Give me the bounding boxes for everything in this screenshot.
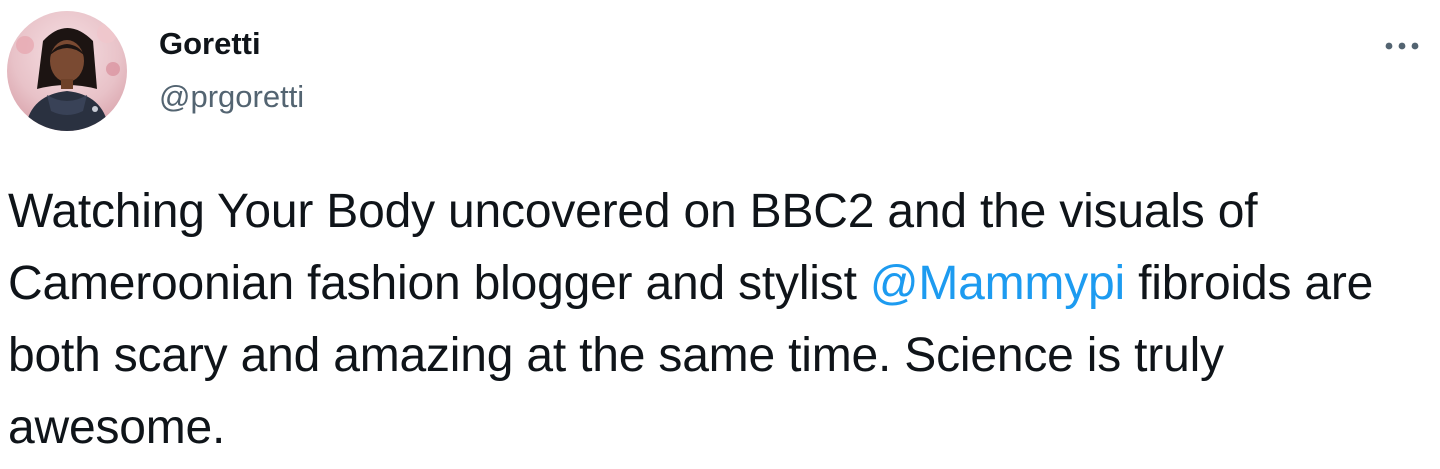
more-horizontal-icon (1385, 42, 1419, 50)
mention-link[interactable]: @Mammypi (870, 257, 1125, 310)
more-options-button[interactable] (1378, 28, 1426, 64)
user-handle[interactable]: @prgoretti (159, 77, 304, 117)
avatar[interactable] (7, 11, 127, 131)
display-name[interactable]: Goretti (159, 24, 304, 64)
author-info: Goretti @prgoretti (159, 24, 304, 117)
tweet-text: Watching Your Body uncovered on BBC2 and… (8, 176, 1428, 464)
profile-photo-icon (7, 11, 127, 131)
tweet-card: Goretti @prgoretti Watching Your Body un… (0, 0, 1440, 469)
